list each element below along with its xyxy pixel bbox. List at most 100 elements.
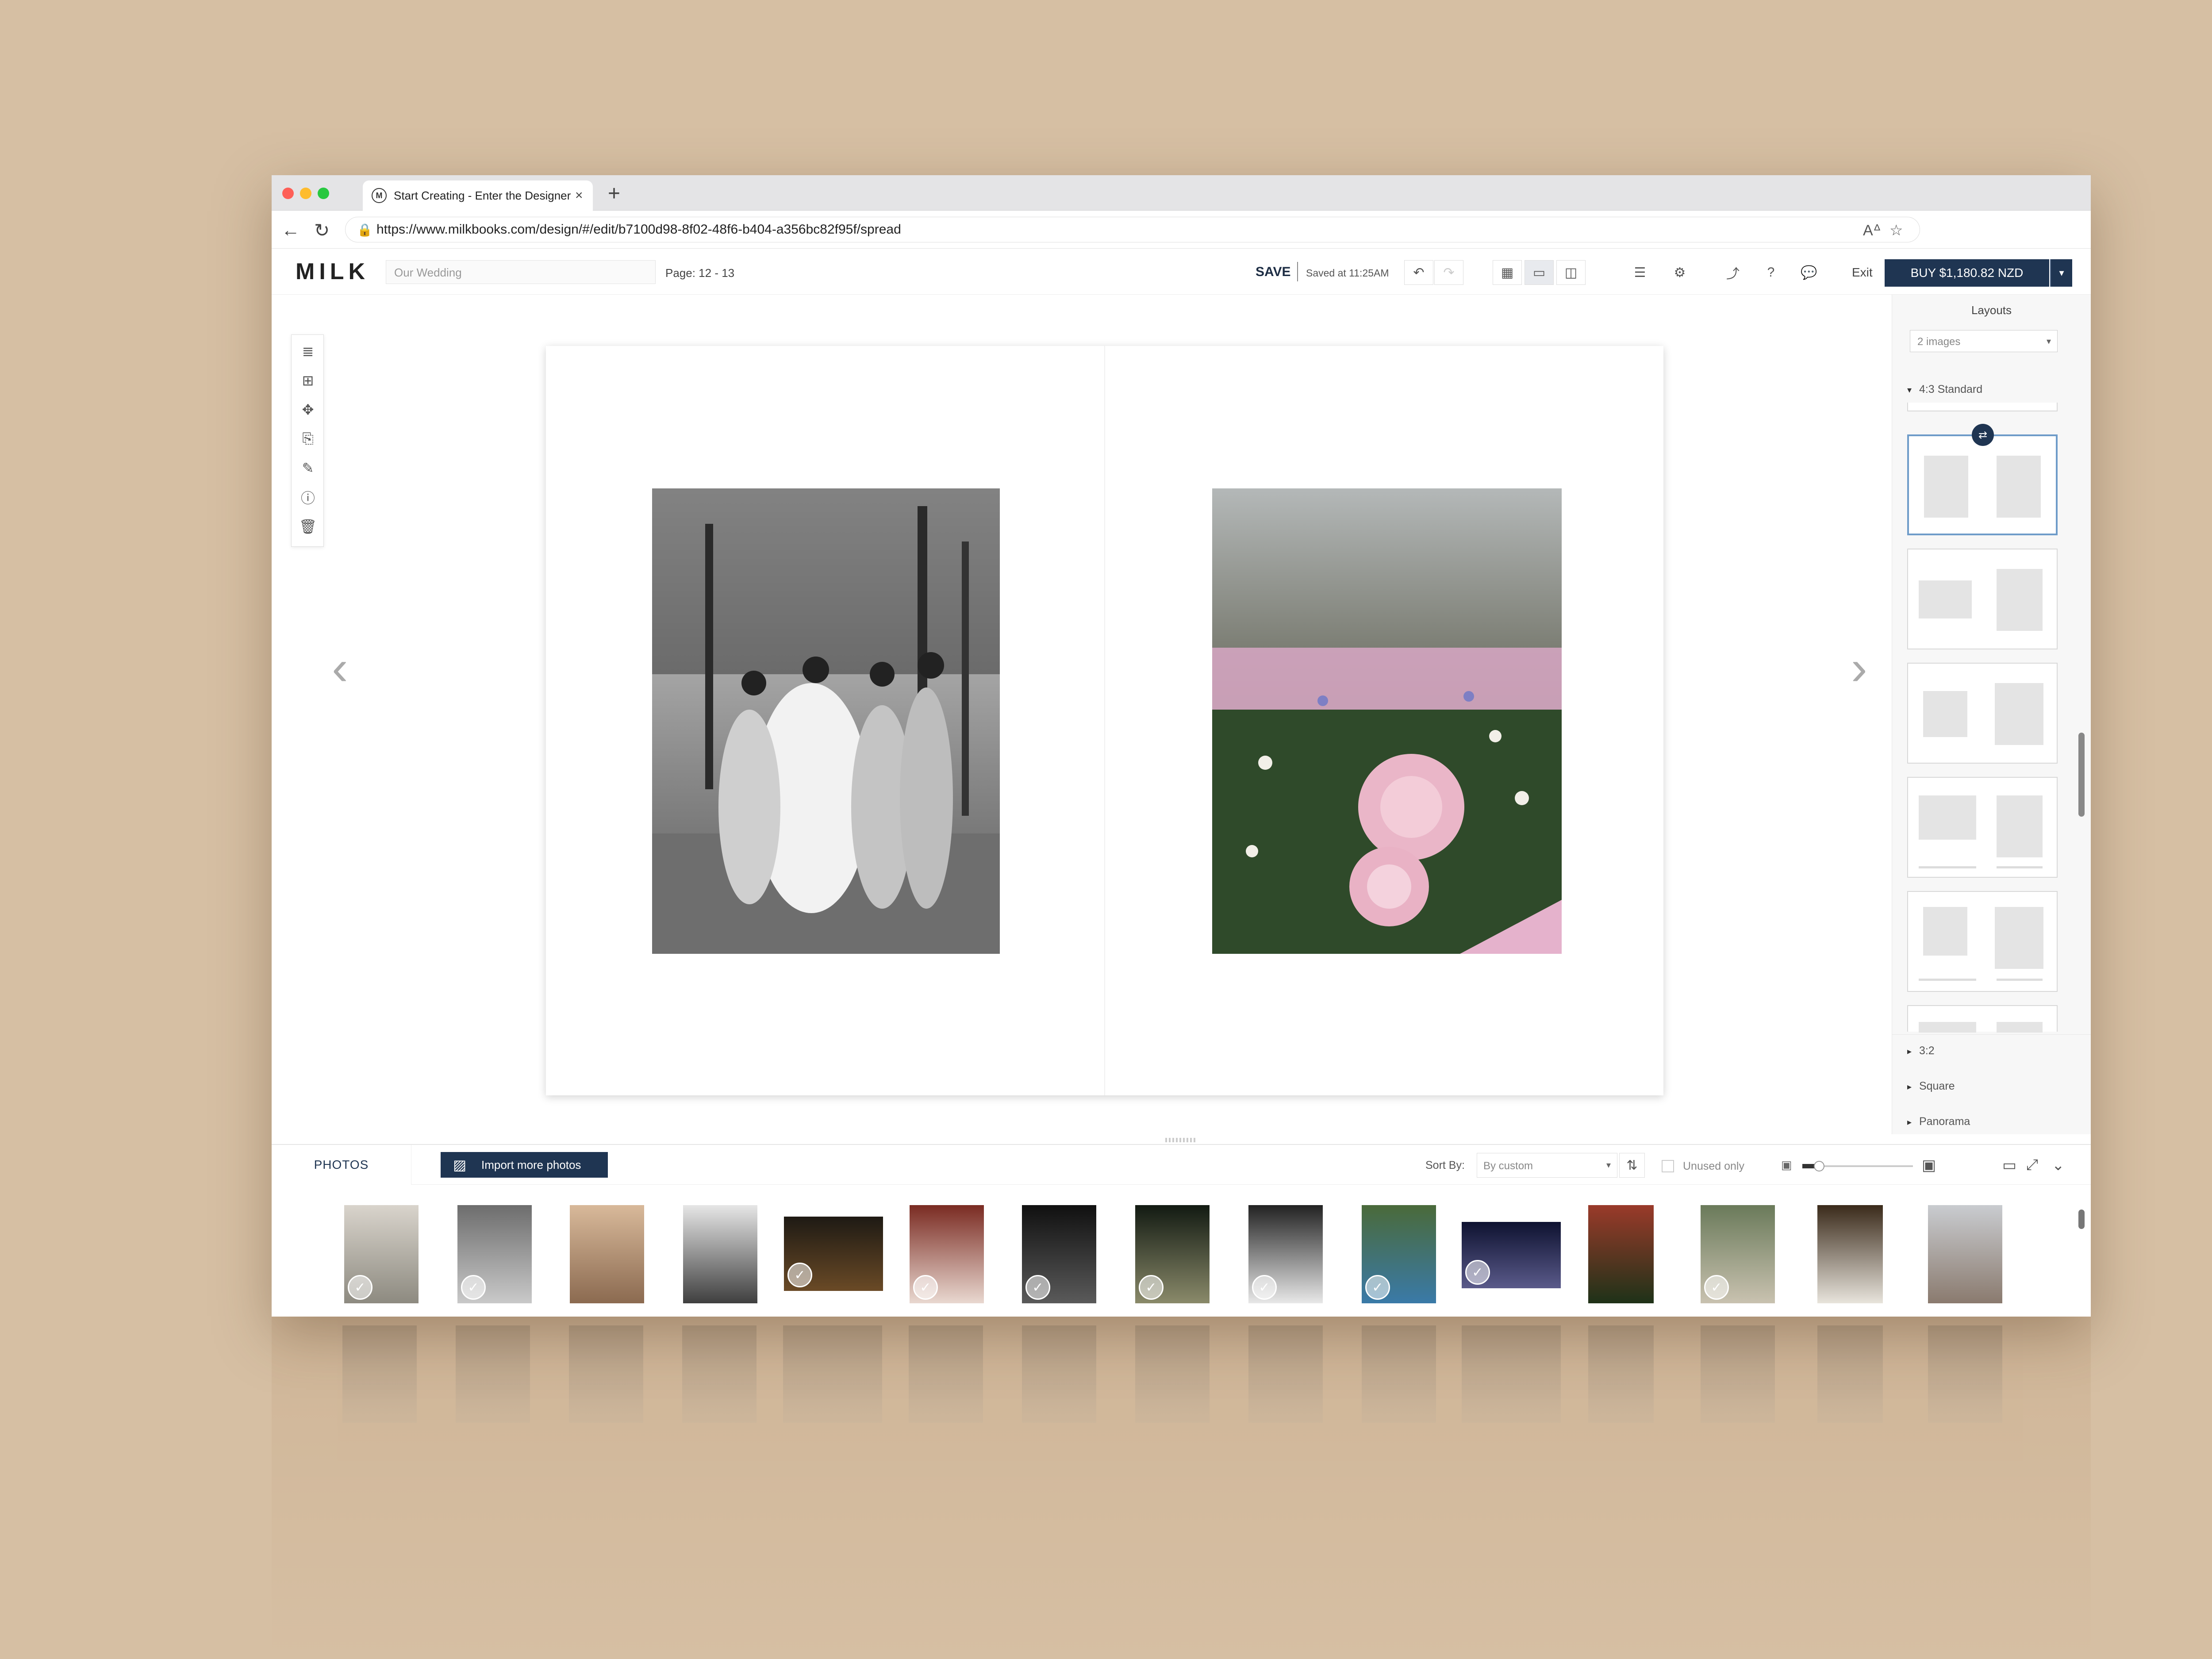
previous-spread-icon[interactable]: ‹ [332, 640, 348, 696]
photo-thumbnail[interactable]: ✓ [910, 1205, 984, 1303]
photo-thumbnail[interactable]: ✓ [1462, 1222, 1561, 1288]
thumbnail-scrollbar[interactable] [2078, 1210, 2085, 1229]
photo-thumbnail[interactable]: ✓ [1362, 1205, 1436, 1303]
sort-value: By custom [1483, 1160, 1533, 1172]
photos-bar: PHOTOS ▨ Import more photos Sort By: By … [272, 1138, 2091, 1185]
photo-bridal-party-bw[interactable] [652, 488, 1000, 954]
chevron-down-icon: ▾ [2046, 337, 2051, 346]
lock-icon: 🔒 [357, 223, 373, 237]
reflection-thumb [569, 1325, 643, 1423]
section-panorama[interactable]: ▸ Panorama [1907, 1115, 1970, 1128]
reflection-thumb [1362, 1325, 1436, 1423]
reload-icon[interactable]: ↻ [314, 219, 330, 241]
milk-favicon-icon: M [372, 188, 387, 203]
text-tool-icon[interactable]: ≣ [297, 340, 319, 362]
sort-label: Sort By: [1425, 1159, 1465, 1171]
unused-only-label: Unused only [1683, 1160, 1744, 1172]
collapsed-triangle-icon: ▸ [1907, 1082, 1912, 1092]
browser-tab[interactable]: M Start Creating - Enter the Designer × [363, 180, 593, 211]
collapsed-triangle-icon: ▸ [1907, 1047, 1912, 1056]
thumbnail-small-icon: ▣ [1781, 1158, 1792, 1171]
expand-icon[interactable]: ⤢ [2026, 1156, 2038, 1174]
section-3-2[interactable]: ▸ 3:2 [1907, 1045, 1935, 1057]
thumbnail-size-handle[interactable] [1814, 1161, 1824, 1171]
used-check-icon: ✓ [1365, 1275, 1390, 1300]
monitor-icon[interactable]: ▭ [2002, 1156, 2016, 1174]
back-icon[interactable]: ← [281, 219, 300, 241]
section-4-3-standard[interactable]: ▾ 4:3 Standard [1907, 383, 1982, 396]
photo-peony-garden[interactable] [1212, 488, 1562, 954]
reflection-thumb [682, 1325, 757, 1423]
unused-only-checkbox[interactable] [1662, 1160, 1674, 1172]
reflection-thumb [1928, 1325, 2002, 1423]
section-label: 3:2 [1919, 1045, 1935, 1057]
trash-icon[interactable]: 🗑 [297, 515, 319, 538]
photo-thumbnail[interactable]: ✓ [344, 1205, 419, 1303]
photo-thumbnail[interactable] [570, 1205, 644, 1303]
photo-thumbnail[interactable]: ✓ [1701, 1205, 1775, 1303]
used-check-icon: ✓ [787, 1263, 812, 1287]
new-tab-icon[interactable]: + [608, 181, 620, 206]
panel-resize-handle[interactable] [1165, 1138, 1196, 1142]
layout-filter-select[interactable]: 2 images ▾ [1910, 330, 2058, 352]
used-check-icon: ✓ [1252, 1275, 1277, 1300]
photo-thumbnail[interactable] [683, 1205, 757, 1303]
layout-card-selected[interactable] [1907, 434, 2058, 535]
photo-thumbnail[interactable] [1928, 1205, 2002, 1303]
read-aloud-icon[interactable]: Aᐞ [1863, 222, 1881, 239]
photo-thumbnail[interactable] [1588, 1205, 1654, 1303]
chevron-down-icon: ▾ [1606, 1160, 1611, 1170]
photos-tab[interactable]: PHOTOS [272, 1145, 411, 1185]
photo-thumbnail[interactable]: ✓ [784, 1217, 883, 1291]
import-photos-label: Import more photos [481, 1158, 581, 1171]
tab-close-icon[interactable]: × [575, 188, 583, 203]
layout-sections-collapsed: ▸ 3:2 ▸ Square ▸ Panorama [1892, 1034, 2091, 1134]
scatter-tool-icon[interactable]: ✥ [297, 399, 319, 421]
address-bar: ← ↻ 🔒 https://www.milkbooks.com/design/#… [272, 211, 2091, 249]
reflection-thumb [342, 1325, 417, 1423]
edit-tool-icon[interactable]: ✎ [297, 457, 319, 479]
photo-thumbnail[interactable]: ✓ [1022, 1205, 1096, 1303]
section-square[interactable]: ▸ Square [1907, 1080, 1955, 1093]
add-frame-icon[interactable]: ⊞ [297, 369, 319, 392]
used-check-icon: ✓ [348, 1275, 373, 1300]
layout-card[interactable] [1907, 777, 2058, 878]
next-spread-icon[interactable]: › [1851, 640, 1867, 696]
layout-card-partial[interactable] [1907, 1005, 2058, 1033]
copy-page-icon[interactable]: ⎘ [297, 428, 319, 450]
url-field[interactable]: 🔒 https://www.milkbooks.com/design/#/edi… [345, 217, 1920, 242]
used-check-icon: ✓ [1704, 1275, 1729, 1300]
layouts-scrollbar[interactable] [2078, 733, 2085, 817]
layout-filter-value: 2 images [1917, 336, 1961, 348]
reflection-thumb [1022, 1325, 1096, 1423]
photo-thumbnail[interactable]: ✓ [1135, 1205, 1210, 1303]
used-check-icon: ✓ [461, 1275, 486, 1300]
url-text: https://www.milkbooks.com/design/#/edit/… [376, 222, 901, 237]
photo-thumbnail[interactable]: ✓ [457, 1205, 532, 1303]
reflection-thumb [1248, 1325, 1323, 1423]
sort-select[interactable]: By custom ▾ [1477, 1153, 1617, 1178]
import-photos-button[interactable]: ▨ Import more photos [441, 1152, 608, 1178]
photo-thumbnail[interactable]: ✓ [1248, 1205, 1323, 1303]
layout-card-partial[interactable] [1907, 403, 2058, 411]
layout-card[interactable] [1907, 549, 2058, 649]
browser-window: M Start Creating - Enter the Designer × … [272, 175, 2091, 1317]
browser-tab-bar: M Start Creating - Enter the Designer × … [272, 175, 2091, 211]
close-window-light[interactable] [282, 188, 294, 199]
section-label: Panorama [1919, 1115, 1970, 1128]
maximize-window-light[interactable] [318, 188, 329, 199]
layout-card[interactable] [1907, 663, 2058, 764]
favorite-star-icon[interactable]: ☆ [1889, 222, 1903, 239]
collapse-panel-icon[interactable]: ⌄ [2052, 1156, 2065, 1174]
reflection-thumb [909, 1325, 983, 1423]
minimize-window-light[interactable] [300, 188, 311, 199]
toolbar-actions [272, 249, 2091, 295]
info-icon[interactable]: ⓘ [297, 486, 319, 508]
sort-order-button[interactable]: ⇅ [1619, 1153, 1645, 1178]
layout-card[interactable] [1907, 891, 2058, 992]
layouts-title: Layouts [1971, 303, 2012, 317]
section-label: Square [1919, 1080, 1955, 1092]
reflection-thumb [456, 1325, 530, 1423]
photo-thumbnail[interactable] [1817, 1205, 1883, 1303]
swap-layout-icon[interactable]: ⇄ [1972, 424, 1994, 446]
